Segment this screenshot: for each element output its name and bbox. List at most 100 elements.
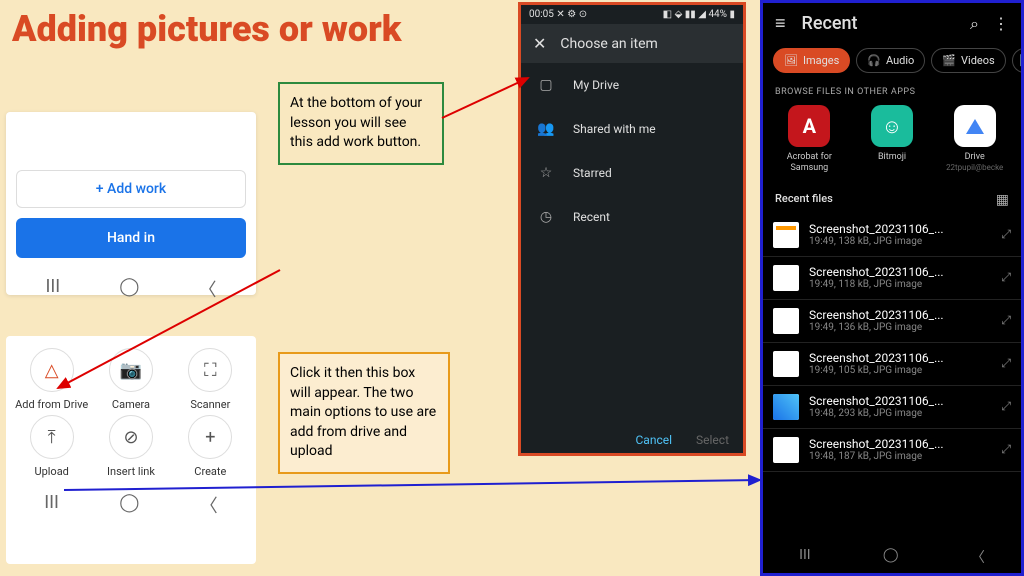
file-meta: 19:49, 138 kB, JPG image: [809, 236, 995, 247]
chip-images[interactable]: 🖼Images: [773, 48, 850, 73]
file-meta: 19:49, 118 kB, JPG image: [809, 279, 995, 290]
file-meta: 19:49, 105 kB, JPG image: [809, 365, 995, 376]
scanner-icon: ⛶: [188, 348, 232, 392]
file-name: Screenshot_20231106_...: [809, 222, 995, 236]
file-row[interactable]: Screenshot_20231106_...19:48, 293 kB, JP…: [763, 386, 1021, 429]
search-icon[interactable]: ⌕: [970, 14, 979, 34]
drive-item-shared-with-me[interactable]: 👥 Shared with me: [521, 107, 743, 151]
file-row[interactable]: Screenshot_20231106_...19:49, 138 kB, JP…: [763, 214, 1021, 257]
screenshot-choose-item: 00:05 ✕ ⚙ ⊙ ◧ ⬙ ▮▮ ◢ 44% ▮ ✕ Choose an i…: [518, 2, 746, 456]
chip-label: Videos: [961, 54, 995, 67]
item-label: Recent: [573, 210, 610, 224]
back-icon[interactable]: 〈: [971, 547, 985, 567]
acrobat-icon: A: [788, 105, 830, 147]
home-icon[interactable]: ◯: [119, 276, 139, 302]
app-account: 22tpupil@becke: [938, 163, 1011, 172]
more-icon[interactable]: ⋮: [993, 14, 1009, 33]
item-icon: 👥: [537, 121, 555, 137]
app-name: Drive: [938, 152, 1011, 163]
add-work-button[interactable]: + Add work: [16, 170, 246, 208]
expand-icon[interactable]: ⤢: [1001, 356, 1011, 371]
cancel-button[interactable]: Cancel: [635, 433, 672, 447]
item-icon: ☆: [537, 165, 555, 181]
option-insert-link[interactable]: ⊘ Insert link: [93, 415, 168, 478]
option-label: Camera: [93, 398, 168, 411]
file-meta: 19:49, 136 kB, JPG image: [809, 322, 995, 333]
option-add-from-drive[interactable]: △Add from Drive: [14, 348, 89, 411]
recents-icon[interactable]: III: [799, 547, 810, 567]
grid-view-icon[interactable]: ▦: [996, 192, 1009, 208]
camera-icon: 📷: [109, 348, 153, 392]
item-icon: ◷: [537, 209, 555, 225]
create-icon: +: [188, 415, 232, 459]
file-row[interactable]: Screenshot_20231106_...19:49, 118 kB, JP…: [763, 257, 1021, 300]
option-label: Scanner: [173, 398, 248, 411]
hamburger-icon[interactable]: ≡: [775, 13, 786, 34]
option-label: Create: [173, 465, 248, 478]
expand-icon[interactable]: ⤢: [1001, 313, 1011, 328]
option-scanner[interactable]: ⛶ Scanner: [173, 348, 248, 411]
status-battery: ◧ ⬙ ▮▮ ◢ 44% ▮: [663, 9, 735, 20]
drive-icon: [954, 105, 996, 147]
app-name: Acrobat for Samsung: [773, 152, 846, 174]
option-camera[interactable]: 📷 Camera: [93, 348, 168, 411]
expand-icon[interactable]: ⤢: [1001, 227, 1011, 242]
android-nav-bar: III ◯ 〈: [16, 276, 246, 302]
app-acrobat[interactable]: A Acrobat for Samsung: [773, 105, 846, 174]
choose-item-title: Choose an item: [560, 36, 657, 52]
app-name: Bitmoji: [856, 152, 929, 163]
drive-item-starred[interactable]: ☆ Starred: [521, 151, 743, 195]
file-thumbnail: [773, 222, 799, 248]
drive-item-recent[interactable]: ◷ Recent: [521, 195, 743, 239]
chip-icon: 🎧: [867, 54, 881, 67]
option-create[interactable]: + Create: [173, 415, 248, 478]
item-icon: ▢: [537, 77, 555, 93]
back-icon[interactable]: 〈: [198, 276, 216, 302]
insert-link-icon: ⊘: [109, 415, 153, 459]
chip-audio[interactable]: 🎧Audio: [856, 48, 925, 73]
document-icon: 📄: [1019, 54, 1024, 67]
file-thumbnail: [773, 437, 799, 463]
option-label: Upload: [14, 465, 89, 478]
page-title: Adding pictures or work: [12, 8, 401, 50]
browse-apps-label: BROWSE FILES IN OTHER APPS: [763, 81, 1021, 105]
app-drive[interactable]: Drive22tpupil@becke: [938, 105, 1011, 174]
expand-icon[interactable]: ⤢: [1001, 442, 1011, 457]
recents-icon[interactable]: III: [46, 276, 61, 302]
status-bar: 00:05 ✕ ⚙ ⊙ ◧ ⬙ ▮▮ ◢ 44% ▮: [521, 5, 743, 24]
file-name: Screenshot_20231106_...: [809, 351, 995, 365]
status-time: 00:05 ✕ ⚙ ⊙: [529, 9, 587, 20]
choose-item-header: ✕ Choose an item: [521, 24, 743, 63]
chip-videos[interactable]: 🎬Videos: [931, 48, 1005, 73]
file-meta: 19:48, 187 kB, JPG image: [809, 451, 995, 462]
item-label: Starred: [573, 166, 612, 180]
home-icon[interactable]: ◯: [883, 547, 899, 567]
item-label: Shared with me: [573, 122, 656, 136]
expand-icon[interactable]: ⤢: [1001, 399, 1011, 414]
android-nav-bar: III ◯ 〈: [14, 492, 248, 518]
upload-icon: ⤒: [30, 415, 74, 459]
option-upload[interactable]: ⤒ Upload: [14, 415, 89, 478]
option-label: Add from Drive: [14, 398, 89, 411]
app-bitmoji[interactable]: ☺ Bitmoji: [856, 105, 929, 174]
file-name: Screenshot_20231106_...: [809, 308, 995, 322]
file-name: Screenshot_20231106_...: [809, 437, 995, 451]
home-icon[interactable]: ◯: [119, 492, 139, 518]
file-thumbnail: [773, 265, 799, 291]
recents-icon[interactable]: III: [44, 492, 59, 518]
file-row[interactable]: Screenshot_20231106_...19:49, 136 kB, JP…: [763, 300, 1021, 343]
hand-in-button[interactable]: Hand in: [16, 218, 246, 258]
chip-label: Images: [803, 54, 839, 67]
option-label: Insert link: [93, 465, 168, 478]
recent-title: Recent: [802, 13, 957, 34]
drive-item-my-drive[interactable]: ▢ My Drive: [521, 63, 743, 107]
expand-icon[interactable]: ⤢: [1001, 270, 1011, 285]
bitmoji-icon: ☺: [871, 105, 913, 147]
back-icon[interactable]: 〈: [200, 492, 218, 518]
item-label: My Drive: [573, 78, 619, 92]
chip-documents[interactable]: 📄: [1012, 48, 1024, 73]
file-row[interactable]: Screenshot_20231106_...19:48, 187 kB, JP…: [763, 429, 1021, 472]
file-row[interactable]: Screenshot_20231106_...19:49, 105 kB, JP…: [763, 343, 1021, 386]
select-button[interactable]: Select: [696, 433, 729, 447]
close-icon[interactable]: ✕: [533, 34, 546, 53]
